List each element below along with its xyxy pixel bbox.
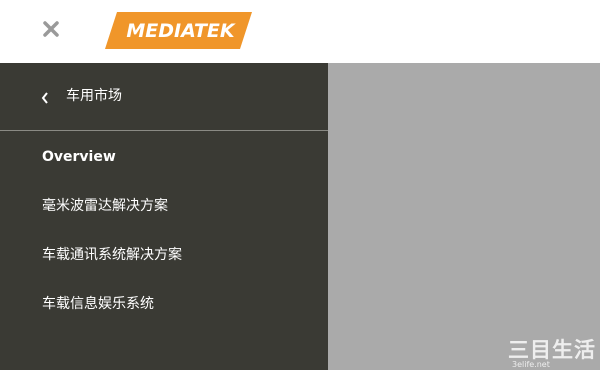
menu-item-telematics[interactable]: 车载通讯系统解决方案	[42, 244, 182, 266]
menu-item-mmwave-radar[interactable]: 毫米波雷达解决方案	[42, 195, 168, 217]
back-label: 车用市场	[66, 88, 122, 104]
close-icon	[42, 20, 60, 42]
watermark-title: 三目生活	[508, 338, 596, 362]
watermark: 三目生活 3elife.net	[508, 338, 600, 370]
close-button[interactable]	[40, 20, 62, 42]
menu-item-overview[interactable]: Overview	[42, 146, 116, 168]
page-overlay[interactable]	[328, 63, 600, 370]
menu-item-infotainment[interactable]: 车载信息娱乐系统	[42, 293, 154, 315]
page: MEDIATEK 车用市场 Overview 毫米波雷达解决方案 车载通讯系统解…	[0, 0, 600, 370]
chevron-left-icon	[40, 90, 50, 104]
watermark-url: 3elife.net	[512, 360, 550, 369]
logo-text: MEDIATEK	[126, 19, 235, 42]
back-button[interactable]: 车用市场	[0, 63, 328, 131]
top-bar: MEDIATEK	[0, 0, 600, 63]
sidebar-menu: 车用市场 Overview 毫米波雷达解决方案 车载通讯系统解决方案 车载信息娱…	[0, 63, 328, 370]
mediatek-logo[interactable]: MEDIATEK	[105, 12, 252, 49]
